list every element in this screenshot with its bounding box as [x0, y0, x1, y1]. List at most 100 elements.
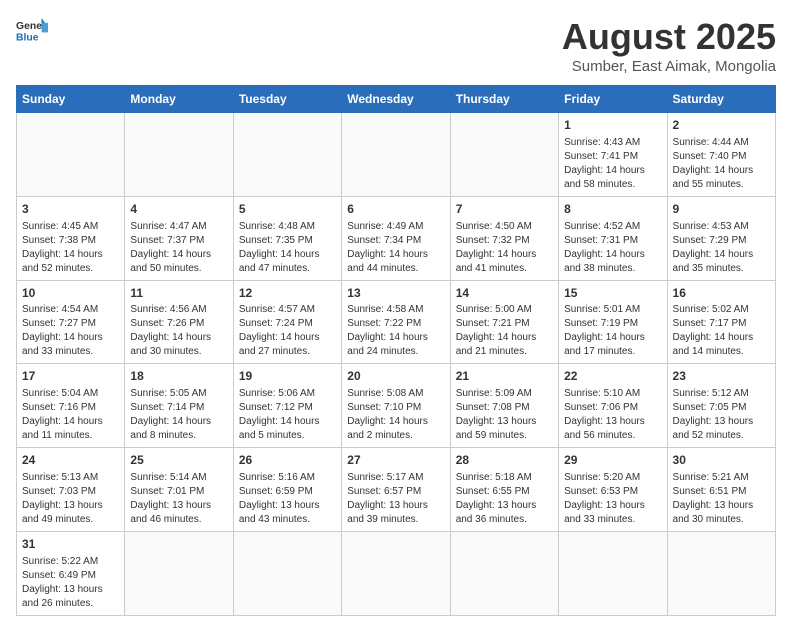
day-info: Sunrise: 4:56 AM Sunset: 7:26 PM Dayligh… — [130, 303, 227, 359]
calendar-cell: 21Sunrise: 5:09 AM Sunset: 7:08 PM Dayli… — [450, 364, 558, 448]
calendar-title: August 2025 — [562, 16, 776, 58]
day-number: 27 — [347, 452, 444, 469]
day-info: Sunrise: 5:08 AM Sunset: 7:10 PM Dayligh… — [347, 387, 444, 443]
day-number: 12 — [239, 285, 336, 302]
day-number: 25 — [130, 452, 227, 469]
calendar-cell — [450, 531, 558, 615]
calendar-subtitle: Sumber, East Aimak, Mongolia — [562, 58, 776, 75]
calendar-cell: 17 Sunrise: 5:04 AM Sunset: 7:16 PM Dayli… — [17, 364, 125, 448]
calendar-cell — [233, 531, 341, 615]
day-number: 30 — [673, 452, 770, 469]
day-info: Sunrise: 5:10 AM Sunset: 7:06 PM Dayligh… — [564, 387, 661, 443]
day-number: 3 — [22, 201, 119, 218]
logo: General Blue — [16, 16, 48, 44]
calendar-cell: 24 Sunrise: 5:13 AM Sunset: 7:03 PM Dayli… — [17, 448, 125, 532]
calendar-cell — [17, 113, 125, 197]
day-number: 24 — [22, 452, 119, 469]
calendar-cell: 26Sunrise: 5:16 AM Sunset: 6:59 PM Dayli… — [233, 448, 341, 532]
day-info: Sunrise: 5:20 AM Sunset: 6:53 PM Dayligh… — [564, 471, 661, 527]
day-info: Sunrise: 4:54 AM Sunset: 7:27 PM Dayligh… — [22, 303, 119, 359]
calendar-cell: 19Sunrise: 5:06 AM Sunset: 7:12 PM Dayli… — [233, 364, 341, 448]
day-number: 6 — [347, 201, 444, 218]
day-number: 4 — [130, 201, 227, 218]
day-number: 11 — [130, 285, 227, 302]
page-header: General Blue August 2025 Sumber, East Ai… — [16, 16, 776, 75]
calendar-cell: 25Sunrise: 5:14 AM Sunset: 7:01 PM Dayli… — [125, 448, 233, 532]
calendar-cell: 10Sunrise: 4:54 AM Sunset: 7:27 PM Dayli… — [17, 280, 125, 364]
calendar-cell: 22Sunrise: 5:10 AM Sunset: 7:06 PM Dayli… — [559, 364, 667, 448]
calendar-cell — [342, 113, 450, 197]
calendar-cell — [233, 113, 341, 197]
day-number: 21 — [456, 368, 553, 385]
calendar-cell: 18Sunrise: 5:05 AM Sunset: 7:14 PM Dayli… — [125, 364, 233, 448]
weekday-header-tuesday: Tuesday — [233, 86, 341, 113]
day-number: 14 — [456, 285, 553, 302]
day-number: 18 — [130, 368, 227, 385]
day-info: Sunrise: 5:13 AM Sunset: 7:03 PM Dayligh… — [22, 471, 119, 527]
calendar-cell: 28Sunrise: 5:18 AM Sunset: 6:55 PM Dayli… — [450, 448, 558, 532]
day-info: Sunrise: 5:17 AM Sunset: 6:57 PM Dayligh… — [347, 471, 444, 527]
day-number: 31 — [22, 536, 119, 553]
calendar-cell: 20 Sunrise: 5:08 AM Sunset: 7:10 PM Dayli… — [342, 364, 450, 448]
day-info: Sunrise: 4:53 AM Sunset: 7:29 PM Dayligh… — [673, 220, 770, 276]
day-number: 28 — [456, 452, 553, 469]
day-info: Sunrise: 5:01 AM Sunset: 7:19 PM Dayligh… — [564, 303, 661, 359]
calendar-cell — [342, 531, 450, 615]
calendar-week-row: 1Sunrise: 4:43 AM Sunset: 7:41 PM Daylig… — [17, 113, 776, 197]
calendar-cell: 6Sunrise: 4:49 AM Sunset: 7:34 PM Daylig… — [342, 196, 450, 280]
day-number: 16 — [673, 285, 770, 302]
day-number: 15 — [564, 285, 661, 302]
day-number: 10 — [22, 285, 119, 302]
calendar-week-row: 10Sunrise: 4:54 AM Sunset: 7:27 PM Dayli… — [17, 280, 776, 364]
calendar-week-row: 31 Sunrise: 5:22 AM Sunset: 6:49 PM Dayli… — [17, 531, 776, 615]
day-info: Sunrise: 5:02 AM Sunset: 7:17 PM Dayligh… — [673, 303, 770, 359]
calendar-cell — [559, 531, 667, 615]
day-info: Sunrise: 5:04 AM Sunset: 7:16 PM Dayligh… — [22, 387, 119, 443]
calendar-cell: 15Sunrise: 5:01 AM Sunset: 7:19 PM Dayli… — [559, 280, 667, 364]
calendar-cell — [450, 113, 558, 197]
calendar-cell: 23Sunrise: 5:12 AM Sunset: 7:05 PM Dayli… — [667, 364, 775, 448]
weekday-header-sunday: Sunday — [17, 86, 125, 113]
day-info: Sunrise: 4:45 AM Sunset: 7:38 PM Dayligh… — [22, 220, 119, 276]
day-number: 20 — [347, 368, 444, 385]
calendar-cell: 16Sunrise: 5:02 AM Sunset: 7:17 PM Dayli… — [667, 280, 775, 364]
day-info: Sunrise: 4:57 AM Sunset: 7:24 PM Dayligh… — [239, 303, 336, 359]
calendar-week-row: 3 Sunrise: 4:45 AM Sunset: 7:38 PM Daylig… — [17, 196, 776, 280]
calendar-cell: 31 Sunrise: 5:22 AM Sunset: 6:49 PM Dayli… — [17, 531, 125, 615]
day-number: 8 — [564, 201, 661, 218]
calendar-cell: 14Sunrise: 5:00 AM Sunset: 7:21 PM Dayli… — [450, 280, 558, 364]
day-number: 7 — [456, 201, 553, 218]
calendar-cell: 8Sunrise: 4:52 AM Sunset: 7:31 PM Daylig… — [559, 196, 667, 280]
calendar-cell: 30 Sunrise: 5:21 AM Sunset: 6:51 PM Dayli… — [667, 448, 775, 532]
day-info: Sunrise: 4:44 AM Sunset: 7:40 PM Dayligh… — [673, 136, 770, 192]
svg-text:Blue: Blue — [16, 32, 39, 43]
calendar-cell: 4Sunrise: 4:47 AM Sunset: 7:37 PM Daylig… — [125, 196, 233, 280]
day-number: 23 — [673, 368, 770, 385]
calendar-cell: 5 Sunrise: 4:48 AM Sunset: 7:35 PM Daylig… — [233, 196, 341, 280]
day-info: Sunrise: 4:58 AM Sunset: 7:22 PM Dayligh… — [347, 303, 444, 359]
day-number: 26 — [239, 452, 336, 469]
weekday-header-friday: Friday — [559, 86, 667, 113]
day-info: Sunrise: 5:21 AM Sunset: 6:51 PM Dayligh… — [673, 471, 770, 527]
day-info: Sunrise: 4:48 AM Sunset: 7:35 PM Dayligh… — [239, 220, 336, 276]
day-number: 13 — [347, 285, 444, 302]
calendar-cell — [667, 531, 775, 615]
day-number: 19 — [239, 368, 336, 385]
calendar-cell: 13Sunrise: 4:58 AM Sunset: 7:22 PM Dayli… — [342, 280, 450, 364]
calendar-cell: 11Sunrise: 4:56 AM Sunset: 7:26 PM Dayli… — [125, 280, 233, 364]
calendar-cell: 7Sunrise: 4:50 AM Sunset: 7:32 PM Daylig… — [450, 196, 558, 280]
calendar-cell: 2Sunrise: 4:44 AM Sunset: 7:40 PM Daylig… — [667, 113, 775, 197]
weekday-header-row: SundayMondayTuesdayWednesdayThursdayFrid… — [17, 86, 776, 113]
title-block: August 2025 Sumber, East Aimak, Mongolia — [562, 16, 776, 75]
weekday-header-wednesday: Wednesday — [342, 86, 450, 113]
day-number: 17 — [22, 368, 119, 385]
calendar-cell — [125, 113, 233, 197]
calendar-week-row: 17 Sunrise: 5:04 AM Sunset: 7:16 PM Dayli… — [17, 364, 776, 448]
day-info: Sunrise: 5:22 AM Sunset: 6:49 PM Dayligh… — [22, 555, 119, 611]
day-info: Sunrise: 4:43 AM Sunset: 7:41 PM Dayligh… — [564, 136, 661, 192]
weekday-header-saturday: Saturday — [667, 86, 775, 113]
calendar-table: SundayMondayTuesdayWednesdayThursdayFrid… — [16, 85, 776, 616]
day-number: 5 — [239, 201, 336, 218]
calendar-cell: 3 Sunrise: 4:45 AM Sunset: 7:38 PM Daylig… — [17, 196, 125, 280]
day-number: 9 — [673, 201, 770, 218]
